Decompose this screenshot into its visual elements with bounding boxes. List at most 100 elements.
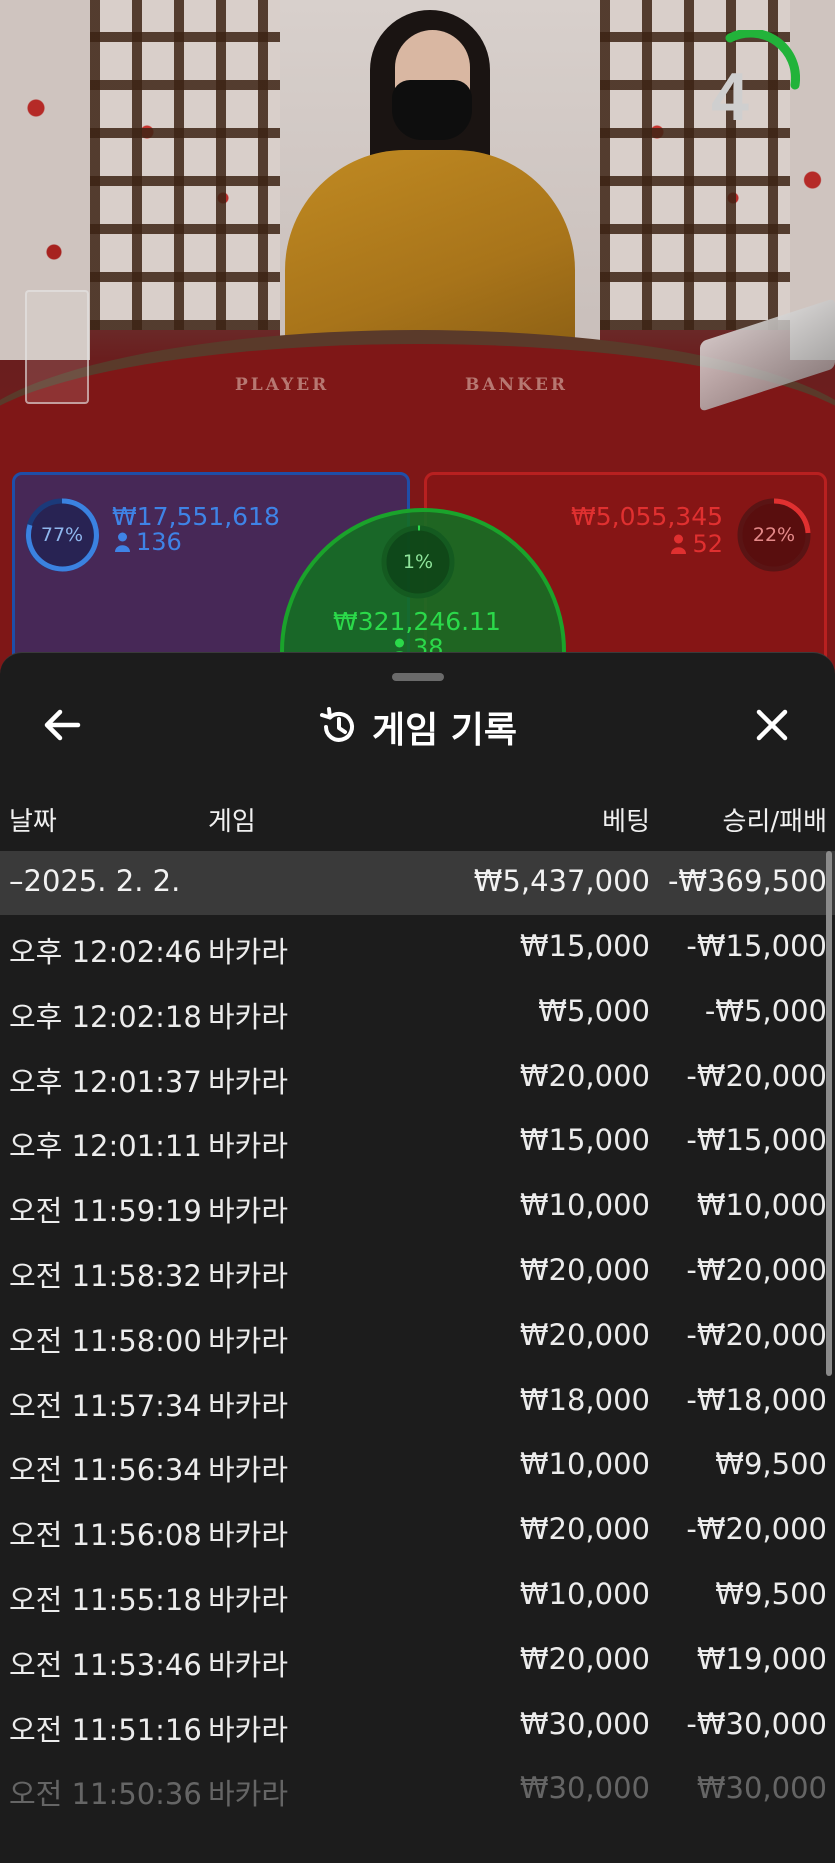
row-game: 바카라 xyxy=(208,1518,289,1553)
row-time: 오후 12:02:18 xyxy=(9,999,202,1034)
player-bettors: 136 xyxy=(115,528,182,556)
row-game: 바카라 xyxy=(208,1129,289,1164)
row-time: 오전 11:56:34 xyxy=(9,1453,202,1488)
row-result: ₩9,500 xyxy=(715,1576,827,1611)
row-bet: ₩30,000 xyxy=(519,1771,650,1806)
table-row[interactable]: 오전 11:55:18 바카라 ₩10,000 ₩9,500 xyxy=(0,1563,835,1628)
row-bet: ₩20,000 xyxy=(519,1641,650,1676)
table-row[interactable]: 오후 12:01:11 바카라 ₩15,000 -₩15,000 xyxy=(0,1109,835,1174)
close-icon[interactable] xyxy=(750,703,794,747)
row-result: ₩10,000 xyxy=(696,1188,827,1223)
row-game: 바카라 xyxy=(208,1323,289,1358)
column-header-result[interactable]: 승리/패배 xyxy=(723,801,827,838)
dealer-mask xyxy=(392,80,472,140)
row-time: 오전 11:56:08 xyxy=(9,1518,202,1553)
table-row[interactable]: 오전 11:53:46 바카라 ₩20,000 ₩19,000 xyxy=(0,1628,835,1693)
banker-bettors-count: 52 xyxy=(692,530,723,558)
row-bet: ₩18,000 xyxy=(519,1382,650,1417)
row-time: 오전 11:50:36 xyxy=(9,1777,202,1812)
row-bet: ₩30,000 xyxy=(519,1706,650,1741)
row-result: -₩20,000 xyxy=(686,1317,827,1352)
player-bettors-count: 136 xyxy=(136,528,182,556)
scrollbar[interactable] xyxy=(826,851,832,1376)
row-bet: ₩5,000 xyxy=(538,993,650,1028)
player-percent: 77% xyxy=(40,524,84,546)
table-row[interactable]: 오전 11:57:34 바카라 ₩18,000 -₩18,000 xyxy=(0,1369,835,1434)
countdown-timer: 4 xyxy=(711,59,749,135)
row-time: 오전 11:58:00 xyxy=(9,1323,202,1358)
table-row[interactable]: 오전 11:56:08 바카라 ₩20,000 -₩20,000 xyxy=(0,1498,835,1563)
row-result: -₩20,000 xyxy=(686,1512,827,1547)
person-icon xyxy=(671,534,687,554)
banker-percent: 22% xyxy=(752,524,796,546)
table-row[interactable]: 오전 11:59:19 바카라 ₩10,000 ₩10,000 xyxy=(0,1174,835,1239)
tie-total-amount: ₩321,246.11 xyxy=(333,607,501,636)
row-result: -₩15,000 xyxy=(686,1123,827,1158)
table-row[interactable]: 오후 12:01:37 바카라 ₩20,000 -₩20,000 xyxy=(0,1045,835,1110)
banker-bettors: 52 xyxy=(671,530,723,558)
table-row[interactable]: 오전 11:58:32 바카라 ₩20,000 -₩20,000 xyxy=(0,1239,835,1304)
table-header: 날짜 게임 베팅 승리/패배 xyxy=(0,801,835,841)
row-game: 바카라 xyxy=(208,1647,289,1682)
row-bet: ₩20,000 xyxy=(519,1058,650,1093)
group-total-result: -₩369,500 xyxy=(667,864,827,898)
sheet-header: 게임 기록 xyxy=(0,701,835,751)
table-row[interactable]: 오전 11:51:16 바카라 ₩30,000 -₩30,000 xyxy=(0,1693,835,1758)
row-bet: ₩15,000 xyxy=(519,929,650,963)
column-header-game[interactable]: 게임 xyxy=(208,801,256,838)
row-bet: ₩20,000 xyxy=(519,1252,650,1287)
table-row[interactable]: 오후 12:02:46 바카라 ₩15,000 -₩15,000 xyxy=(0,915,835,980)
row-result: ₩30,000 xyxy=(696,1771,827,1806)
date-group-row[interactable]: –2025. 2. 2. ₩5,437,000 -₩369,500 xyxy=(0,851,835,915)
row-result: -₩20,000 xyxy=(686,1058,827,1093)
row-time: 오전 11:59:19 xyxy=(9,1194,202,1229)
row-time: 오전 11:53:46 xyxy=(9,1647,202,1682)
row-time: 오후 12:01:11 xyxy=(9,1129,202,1164)
row-time: 오후 12:02:46 xyxy=(9,935,202,969)
row-result: -₩18,000 xyxy=(686,1382,827,1417)
row-result: ₩19,000 xyxy=(696,1641,827,1676)
table-row[interactable]: 오전 11:58:00 바카라 ₩20,000 -₩20,000 xyxy=(0,1304,835,1369)
row-result: -₩15,000 xyxy=(686,929,827,963)
table-row[interactable]: 오전 11:56:34 바카라 ₩10,000 ₩9,500 xyxy=(0,1433,835,1498)
table-row[interactable]: 오전 11:50:36 바카라 ₩30,000 ₩30,000 xyxy=(0,1757,835,1822)
decor-lattice-left xyxy=(90,0,280,330)
row-bet: ₩10,000 xyxy=(519,1188,650,1223)
row-bet: ₩10,000 xyxy=(519,1576,650,1611)
banker-total-amount: ₩5,055,345 xyxy=(571,502,723,531)
row-bet: ₩15,000 xyxy=(519,1123,650,1158)
card-discard-box xyxy=(25,290,89,404)
felt-label-banker: BANKER xyxy=(465,375,568,395)
column-header-date[interactable]: 날짜 xyxy=(9,801,57,838)
tie-percent: 1% xyxy=(402,551,434,573)
row-game: 바카라 xyxy=(208,1582,289,1617)
row-game: 바카라 xyxy=(208,999,289,1034)
player-total-amount: ₩17,551,618 xyxy=(112,502,280,531)
history-icon xyxy=(319,707,354,742)
row-time: 오전 11:55:18 xyxy=(9,1582,202,1617)
group-total-bet: ₩5,437,000 xyxy=(473,864,650,898)
row-game: 바카라 xyxy=(208,1388,289,1423)
row-result: ₩9,500 xyxy=(715,1447,827,1482)
table-row[interactable]: 오후 12:02:18 바카라 ₩5,000 -₩5,000 xyxy=(0,980,835,1045)
page-title: 게임 기록 xyxy=(371,710,517,751)
row-game: 바카라 xyxy=(208,1453,289,1488)
row-bet: ₩10,000 xyxy=(519,1447,650,1482)
row-time: 오전 11:51:16 xyxy=(9,1712,202,1747)
row-result: -₩5,000 xyxy=(704,993,827,1028)
sheet-drag-handle[interactable] xyxy=(392,673,444,681)
live-video-feed: PLAYER BANKER 4 77% ₩17,551,618 136 22% … xyxy=(0,0,835,690)
game-history-sheet: 게임 기록 날짜 게임 베팅 승리/패배 –2025. 2. 2. ₩5,437… xyxy=(0,652,835,1863)
row-time: 오전 11:58:32 xyxy=(9,1258,202,1293)
row-result: -₩20,000 xyxy=(686,1252,827,1287)
person-icon xyxy=(115,532,130,552)
row-game: 바카라 xyxy=(208,1712,289,1747)
row-time: 오후 12:01:37 xyxy=(9,1064,202,1099)
column-header-bet[interactable]: 베팅 xyxy=(602,801,650,838)
dealer xyxy=(285,150,575,360)
row-game: 바카라 xyxy=(208,1258,289,1293)
history-list: 오후 12:02:46 바카라 ₩15,000 -₩15,000 오후 12:02:18… xyxy=(0,915,835,1822)
row-game: 바카라 xyxy=(208,1064,289,1099)
row-game: 바카라 xyxy=(208,1777,289,1812)
row-time: 오전 11:57:34 xyxy=(9,1388,202,1423)
